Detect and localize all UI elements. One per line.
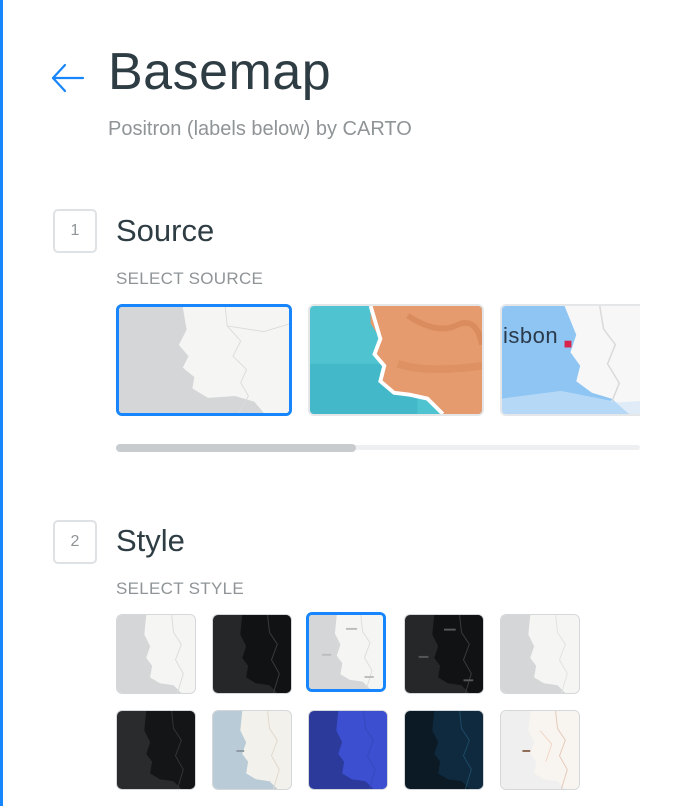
source-card-watercolor[interactable] (308, 304, 484, 416)
step-1-badge: 1 (53, 209, 97, 253)
source-scrollbar-thumb[interactable] (116, 444, 356, 452)
source-carto-thumbnail (119, 307, 289, 413)
step-2-title: Style (116, 523, 185, 558)
style-tile-dark-matter-lite[interactable] (116, 710, 196, 790)
style-tile-positron-labels-below[interactable] (306, 612, 386, 692)
step-1-caption: SELECT SOURCE (116, 269, 264, 288)
style-tile-voyager[interactable] (212, 710, 292, 790)
style-tile-antique[interactable] (500, 710, 580, 790)
panel-left-border (0, 0, 3, 806)
step-2-caption: SELECT STYLE (116, 579, 245, 598)
style-tile-dark-blue[interactable] (404, 710, 484, 790)
step-2-badge: 2 (53, 520, 97, 564)
arrow-left-icon[interactable] (50, 60, 86, 96)
style-tile-positron[interactable] (116, 614, 196, 694)
style-tile-positron-lite[interactable] (500, 614, 580, 694)
step-1-title: Source (116, 213, 215, 248)
source-watercolor-thumbnail (310, 306, 482, 414)
source-card-carto[interactable] (116, 304, 292, 416)
page-title: Basemap (108, 43, 332, 101)
style-tile-dark-matter[interactable] (212, 614, 292, 694)
style-tile-blue[interactable] (308, 710, 388, 790)
source-carousel: isbon (116, 304, 640, 416)
source-here-map-label: isbon (503, 323, 559, 348)
source-card-here[interactable] (500, 304, 640, 416)
style-tile-dark-matter-labels-below[interactable] (404, 614, 484, 694)
page-subtitle: Positron (labels below) by CARTO (108, 118, 412, 140)
